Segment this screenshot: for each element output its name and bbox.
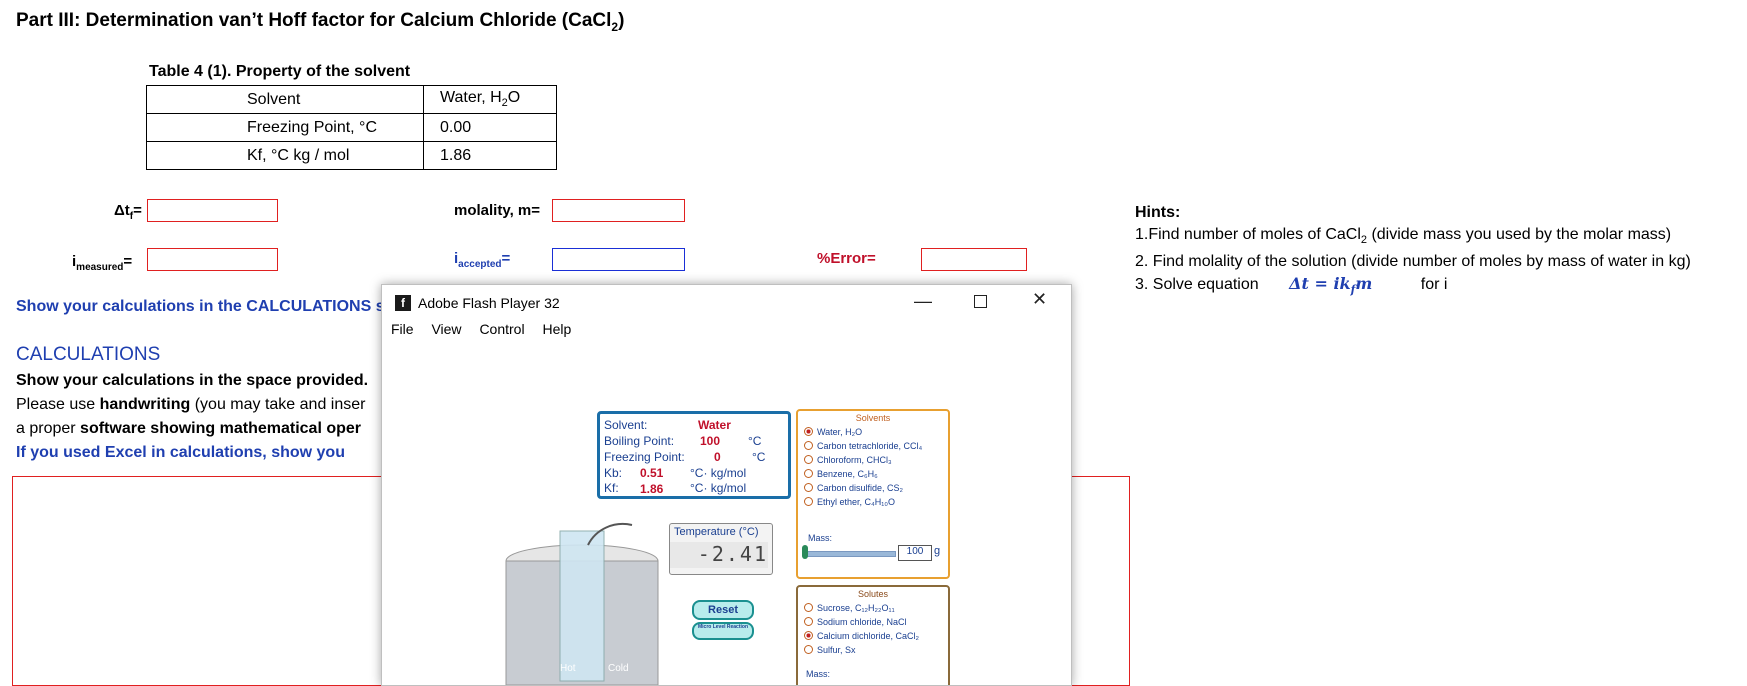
hints-title: Hints:	[1135, 204, 1181, 221]
radio-icon	[804, 617, 813, 626]
i-accepted-input[interactable]	[552, 248, 685, 271]
solvent-option[interactable]: Benzene, C₆H₆	[804, 469, 878, 479]
table-cell: 0.00	[423, 113, 557, 142]
window-titlebar[interactable]: f Adobe Flash Player 32 — ✕	[382, 285, 1071, 321]
flash-player-window[interactable]: f Adobe Flash Player 32 — ✕ File View Co…	[381, 284, 1072, 686]
solvent-option[interactable]: Water, H₂O	[804, 427, 862, 437]
equation: Δt = ikfm	[1289, 274, 1373, 297]
delta-tf-input[interactable]	[147, 199, 278, 222]
test-tube	[559, 530, 605, 682]
reset-button[interactable]: Reset	[692, 600, 754, 620]
table-row: Kf, °C kg / mol 1.86	[146, 141, 557, 170]
solute-option[interactable]: Calcium dichloride, CaCl₂	[804, 631, 919, 641]
solvent-mass-handle[interactable]	[802, 545, 808, 559]
maximize-icon[interactable]	[974, 292, 987, 313]
simulation-area: Solvent: Water Boiling Point: 100 °C Fre…	[382, 345, 1071, 685]
solvent-table: Solvent Water, H2O Freezing Point, °C 0.…	[146, 85, 557, 170]
solvent-mass-field[interactable]: 100	[898, 545, 932, 561]
table-row: Freezing Point, °C 0.00	[146, 113, 557, 142]
solvent-option[interactable]: Carbon disulfide, CS₂	[804, 483, 903, 493]
i-measured-input[interactable]	[147, 248, 278, 271]
micro-level-button[interactable]: Micro Level Reaction	[692, 622, 754, 640]
radio-icon	[804, 455, 813, 464]
minimize-icon[interactable]: —	[914, 291, 932, 312]
hints: Hints: 1.Find number of moles of CaCl2 (…	[1135, 202, 1691, 301]
calculations-instructions: Show your calculations in the space prov…	[16, 372, 369, 461]
table-cell: 1.86	[423, 141, 557, 170]
temperature-display: Temperature (°C) -2.41	[669, 523, 773, 575]
radio-icon	[804, 469, 813, 478]
close-icon[interactable]: ✕	[1032, 289, 1047, 310]
window-title: Adobe Flash Player 32	[418, 295, 560, 311]
table-cell: Freezing Point, °C	[146, 113, 424, 142]
i-accepted-label: iaccepted=	[454, 250, 511, 270]
error-input[interactable]	[921, 248, 1027, 271]
radio-icon	[804, 631, 813, 640]
radio-icon	[804, 603, 813, 612]
temperature-value: -2.41	[670, 542, 768, 568]
error-label: %Error=	[817, 250, 876, 267]
table-cell: Kf, °C kg / mol	[146, 141, 424, 170]
radio-icon	[804, 497, 813, 506]
solvent-option[interactable]: Ethyl ether, C₄H₁₀O	[804, 497, 895, 507]
delta-tf-label: Δtf=	[114, 202, 142, 222]
cold-label: Cold	[608, 663, 629, 674]
solvent-mass-slider[interactable]	[806, 551, 896, 557]
solvent-info-box: Solvent: Water Boiling Point: 100 °C Fre…	[597, 411, 791, 499]
table-row: Solvent Water, H2O	[146, 85, 557, 114]
solute-option[interactable]: Sodium chloride, NaCl	[804, 617, 907, 627]
solvent-option[interactable]: Carbon tetrachloride, CCl₄	[804, 441, 922, 451]
table-cell: Water, H2O	[423, 85, 557, 114]
solute-option[interactable]: Sulfur, Sx	[804, 645, 856, 655]
radio-icon	[804, 427, 813, 436]
radio-icon	[804, 441, 813, 450]
menu-help[interactable]: Help	[542, 321, 571, 337]
radio-icon	[804, 645, 813, 654]
flash-icon: f	[395, 295, 411, 311]
solute-option[interactable]: Sucrose, C₁₂H₂₂O₁₁	[804, 603, 895, 613]
calculations-heading: CALCULATIONS	[16, 344, 161, 365]
menu-control[interactable]: Control	[479, 321, 524, 337]
menu-file[interactable]: File	[391, 321, 414, 337]
solvents-panel: Solvents Water, H₂O Carbon tetrachloride…	[796, 409, 950, 579]
i-measured-label: imeasured=	[72, 253, 133, 273]
beaker-illustration	[505, 523, 659, 685]
solvent-option[interactable]: Chloroform, CHCl₃	[804, 455, 892, 465]
page-title: Part III: Determination van’t Hoff facto…	[16, 10, 625, 34]
molality-label: molality, m=	[454, 202, 541, 219]
menu-view[interactable]: View	[431, 321, 461, 337]
molality-input[interactable]	[552, 199, 685, 222]
show-calc-note: Show your calculations in the CALCULATIO…	[16, 298, 385, 315]
table-caption: Table 4 (1). Property of the solvent	[149, 63, 411, 80]
hot-label: Hot	[560, 663, 576, 674]
table-cell: Solvent	[146, 85, 424, 114]
hint-2: 2. Find molality of the solution (divide…	[1135, 253, 1691, 271]
radio-icon	[804, 483, 813, 492]
hint-1: 1.Find number of moles of CaCl2 (divide …	[1135, 226, 1672, 247]
menu-bar: File View Control Help	[382, 321, 1071, 345]
hint-3: 3. Solve equation Δt = ikfm for i	[1135, 273, 1691, 301]
